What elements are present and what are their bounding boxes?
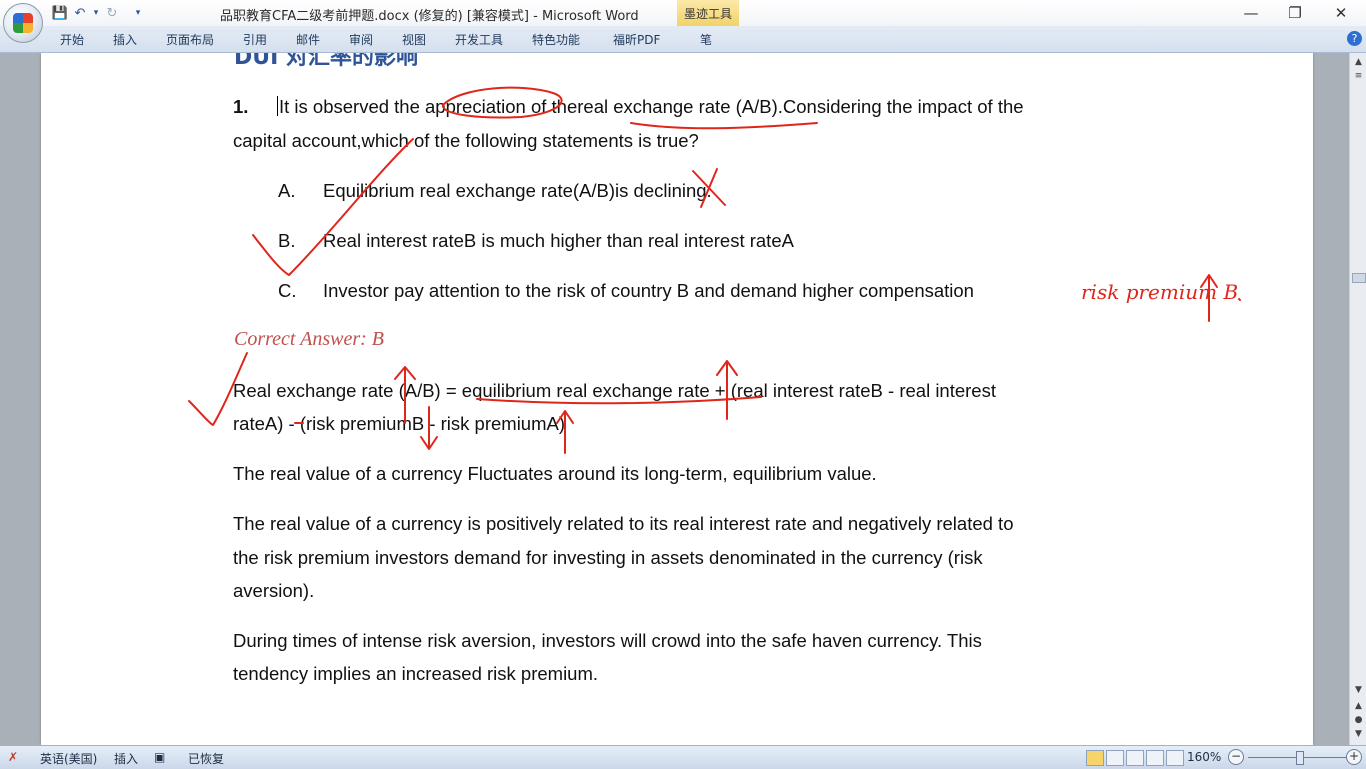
real-exchange-rate-underline xyxy=(630,122,818,130)
option-b-text: Real interest rateB is much higher than … xyxy=(323,230,794,251)
draft-view-icon[interactable] xyxy=(1166,750,1184,766)
zoom-slider-thumb[interactable] xyxy=(1296,751,1304,765)
select-browse-object-icon[interactable]: ● xyxy=(1351,713,1366,727)
paragraph-4-line-2: tendency implies an increased risk premi… xyxy=(233,663,599,684)
scroll-thumb[interactable] xyxy=(1352,273,1366,283)
paragraph-4-line-1: During times of intense risk aversion, i… xyxy=(233,630,982,651)
risk-premium-ink-text: risk premium B xyxy=(1081,280,1238,304)
paragraph-3-line-2: the risk premium investors demand for in… xyxy=(233,547,983,568)
option-a-letter: A. xyxy=(278,180,296,201)
tab-pen[interactable]: 笔 xyxy=(700,31,712,48)
tab-special-features[interactable]: 特色功能 xyxy=(532,31,580,48)
close-button[interactable]: ✕ xyxy=(1326,3,1356,23)
minimize-button[interactable]: — xyxy=(1236,3,1266,23)
previous-page-icon[interactable]: ▲ xyxy=(1351,699,1366,713)
correct-answer: Correct Answer: B xyxy=(234,328,384,350)
status-bar: ✗ 英语(美国) 插入 ▣ 已恢复 160% − + xyxy=(0,745,1366,769)
risk-premium-up-arrow xyxy=(1200,274,1218,322)
tab-page-layout[interactable]: 页面布局 xyxy=(166,31,214,48)
undo-dropdown-icon[interactable]: ▾ xyxy=(92,5,100,21)
help-icon[interactable]: ? xyxy=(1347,31,1362,46)
zoom-level[interactable]: 160% xyxy=(1187,750,1221,764)
title-bar: 💾 ↶ ▾ ↻ ▾ 品职教育CFA二级考前押题.docx (修复的) [兼容模式… xyxy=(0,0,1366,26)
ruler-toggle-icon[interactable]: ≡ xyxy=(1351,69,1366,83)
proofing-icon[interactable]: ✗ xyxy=(8,750,18,764)
restore-button[interactable]: ❐ xyxy=(1280,3,1310,23)
option-b-letter: B. xyxy=(278,230,296,251)
tab-mailings[interactable]: 邮件 xyxy=(296,31,320,48)
section-heading: DUI 对汇率的影响 xyxy=(234,53,418,70)
office-button[interactable] xyxy=(3,3,43,43)
option-a-text: Equilibrium real exchange rate(A/B)is de… xyxy=(323,180,712,201)
paragraph-1-line-2: rateA) - (risk premiumB - risk premiumA) xyxy=(233,413,565,434)
redo-icon[interactable]: ↻ xyxy=(104,5,120,21)
recovered-status: 已恢复 xyxy=(188,752,225,766)
tab-references[interactable]: 引用 xyxy=(243,31,267,48)
ribbon-tabs: 开始 插入 页面布局 引用 邮件 审阅 视图 开发工具 特色功能 福昕PDF 笔… xyxy=(0,26,1366,53)
tab-review[interactable]: 审阅 xyxy=(349,31,373,48)
vertical-scrollbar[interactable]: ▲ ≡ ▼ ▲ ● ▼ xyxy=(1349,53,1366,745)
tab-developer[interactable]: 开发工具 xyxy=(455,31,503,48)
save-icon[interactable]: 💾 xyxy=(52,5,68,21)
option-c-text: Investor pay attention to the risk of co… xyxy=(323,280,974,301)
office-logo-icon xyxy=(13,13,33,33)
quick-access-toolbar: 💾 ↶ ▾ ↻ ▾ xyxy=(52,4,150,22)
text-cursor xyxy=(277,96,278,116)
question-line-2: capital account,which of the following s… xyxy=(233,130,699,151)
scroll-up-icon[interactable]: ▲ xyxy=(1351,55,1366,69)
tab-home[interactable]: 开始 xyxy=(60,31,84,48)
web-layout-view-icon[interactable] xyxy=(1126,750,1144,766)
paragraph-1-line-1: Real exchange rate (A/B) = equilibrium r… xyxy=(233,380,996,401)
checkmark-large xyxy=(252,138,414,276)
insert-mode-status[interactable]: 插入 xyxy=(114,750,138,767)
language-status[interactable]: 英语(美国) xyxy=(40,750,97,767)
option-c-letter: C. xyxy=(278,280,297,301)
document-area[interactable]: DUI 对汇率的影响 1. It is observed the appreci… xyxy=(0,53,1349,745)
window-title: 品职教育CFA二级考前押题.docx (修复的) [兼容模式] - Micros… xyxy=(220,9,639,24)
paragraph-2-line-1: The real value of a currency Fluctuates … xyxy=(233,463,877,484)
ink-tools-context-tab[interactable]: 墨迹工具 xyxy=(677,0,739,26)
zoom-out-icon[interactable]: − xyxy=(1228,749,1244,765)
scroll-down-icon[interactable]: ▼ xyxy=(1351,683,1366,697)
tab-foxit-pdf[interactable]: 福昕PDF xyxy=(613,31,660,48)
tab-view[interactable]: 视图 xyxy=(402,31,426,48)
tab-insert[interactable]: 插入 xyxy=(113,31,137,48)
next-page-icon[interactable]: ▼ xyxy=(1351,727,1366,741)
question-line-1: It is observed the appreciation of there… xyxy=(279,96,1024,117)
macro-record-icon[interactable]: ▣ xyxy=(154,750,165,764)
zoom-in-icon[interactable]: + xyxy=(1346,749,1362,765)
undo-icon[interactable]: ↶ xyxy=(72,5,88,21)
print-layout-view-icon[interactable] xyxy=(1086,750,1104,766)
customize-qat-icon[interactable]: ▾ xyxy=(130,5,146,21)
full-screen-reading-view-icon[interactable] xyxy=(1106,750,1124,766)
outline-view-icon[interactable] xyxy=(1146,750,1164,766)
paragraph-3-line-3: aversion). xyxy=(233,580,315,601)
paragraph-3-line-1: The real value of a currency is positive… xyxy=(233,513,1014,534)
question-number: 1. xyxy=(233,96,249,117)
ink-dot xyxy=(1238,298,1241,301)
document-page[interactable]: DUI 对汇率的影响 1. It is observed the appreci… xyxy=(41,53,1313,745)
